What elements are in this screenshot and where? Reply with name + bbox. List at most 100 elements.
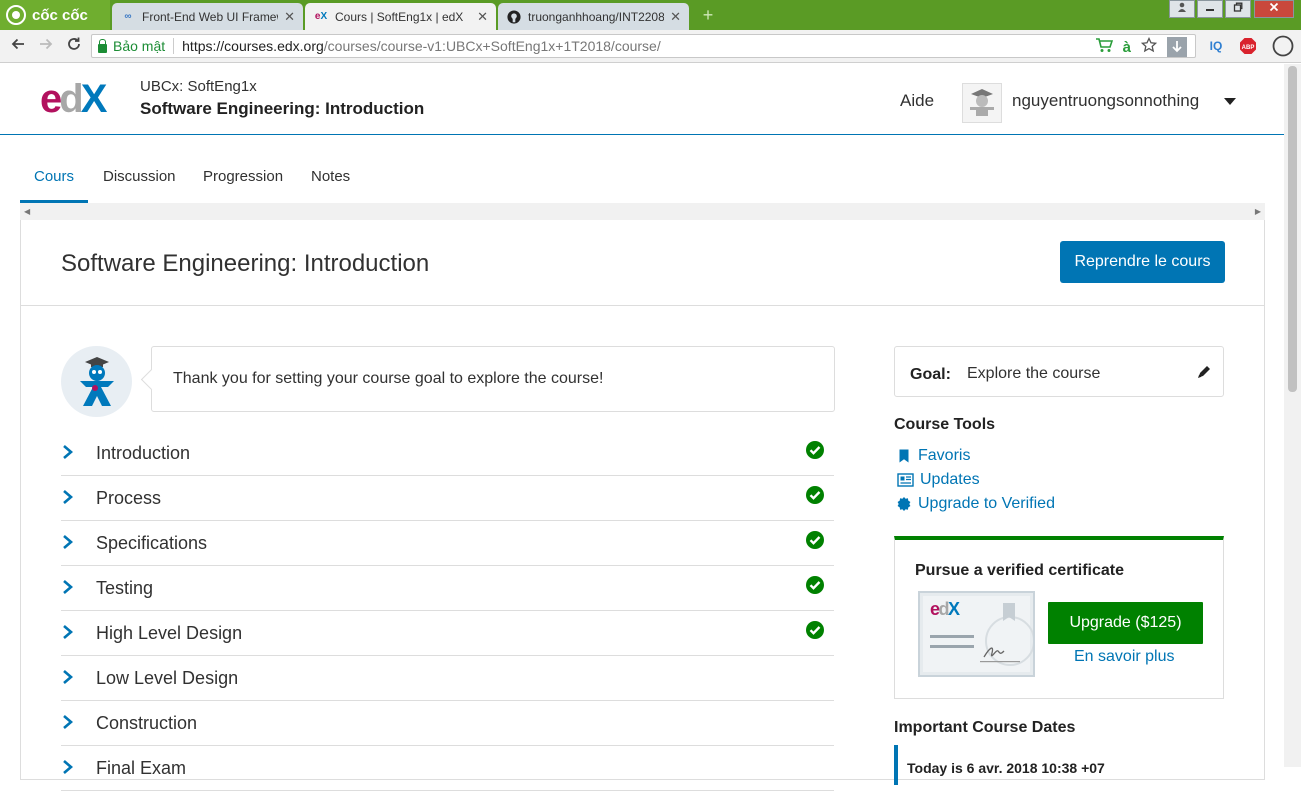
browser-logo[interactable]: cốc cốc	[0, 0, 110, 30]
chevron-right-icon[interactable]	[61, 667, 75, 687]
secure-label: Bảo mật	[113, 38, 166, 54]
chevron-right-icon[interactable]	[61, 532, 75, 552]
verified-upsell: Pursue a verified certificate edX Upgrad…	[894, 536, 1224, 699]
course-tabs: Cours Discussion Progression Notes	[20, 155, 1265, 203]
url-path: /courses/course-v1:UBCx+SoftEng1x+1T2018…	[323, 38, 661, 54]
certificate-image: edX	[918, 591, 1035, 677]
edx-logo[interactable]: edX	[40, 77, 107, 121]
tab-notes[interactable]: Notes	[311, 155, 350, 203]
avatar[interactable]	[962, 83, 1002, 123]
section-title[interactable]: Low Level Design	[96, 668, 238, 689]
chevron-right-icon[interactable]	[61, 757, 75, 777]
browser-tab-3[interactable]: truonganhhoang/INT2208 ✕	[498, 3, 689, 30]
horizontal-scrollbar[interactable]: ◀ ▶	[20, 203, 1265, 220]
tab-progression[interactable]: Progression	[203, 155, 283, 203]
url-host: https://courses.edx.org	[182, 38, 324, 54]
logo-letter-d: d	[59, 77, 84, 121]
outline-section[interactable]: High Level Design	[61, 611, 834, 656]
tab-cours[interactable]: Cours	[20, 155, 88, 203]
section-title[interactable]: Construction	[96, 713, 197, 734]
chevron-right-icon[interactable]	[61, 442, 75, 462]
scroll-right-icon[interactable]: ▶	[1255, 207, 1261, 216]
page-title: Software Engineering: Introduction	[61, 250, 430, 277]
tab-discussion[interactable]: Discussion	[103, 155, 176, 203]
chevron-right-icon[interactable]	[61, 487, 75, 507]
site-header: edX UBCx: SoftEng1x Software Engineering…	[0, 64, 1284, 135]
tool-favoris[interactable]: Favoris	[896, 445, 970, 467]
shopping-cart-icon[interactable]	[1095, 37, 1113, 57]
goal-value: Explore the course	[967, 365, 1101, 382]
scrollbar-thumb[interactable]	[1288, 66, 1297, 392]
upgrade-button[interactable]: Upgrade ($125)	[1048, 602, 1203, 644]
edx-favicon: eX	[314, 11, 328, 22]
section-title[interactable]: Final Exam	[96, 758, 186, 779]
chevron-right-icon[interactable]	[61, 622, 75, 642]
browser-menu-icon[interactable]	[1271, 35, 1295, 57]
close-tab-icon[interactable]: ✕	[670, 9, 681, 25]
username[interactable]: nguyentruongsonnothing	[1012, 91, 1199, 111]
outline-section[interactable]: Introduction	[61, 431, 834, 476]
lock-icon	[98, 38, 107, 53]
outline-section[interactable]: Process	[61, 476, 834, 521]
outline-section[interactable]: Specifications	[61, 521, 834, 566]
today-date: Today is 6 avr. 2018 10:38 +07	[907, 760, 1105, 776]
bookmark-icon	[899, 449, 909, 463]
chevron-right-icon[interactable]	[61, 712, 75, 732]
tool-updates[interactable]: Updates	[896, 469, 980, 491]
browser-tab-2[interactable]: eX Cours | SoftEng1x | edX ✕	[305, 3, 496, 30]
goal-label: Goal:	[910, 366, 951, 383]
outline-section[interactable]: Construction	[61, 701, 834, 746]
back-icon[interactable]	[8, 36, 28, 56]
section-title[interactable]: Testing	[96, 578, 153, 599]
chevron-right-icon[interactable]	[61, 577, 75, 597]
tool-label: Updates	[920, 471, 980, 488]
minimize-icon[interactable]	[1197, 0, 1223, 18]
date-marker	[894, 745, 898, 785]
section-title[interactable]: High Level Design	[96, 623, 242, 644]
resume-course-button[interactable]: Reprendre le cours	[1060, 241, 1225, 283]
course-title: Software Engineering: Introduction	[140, 99, 425, 118]
close-tab-icon[interactable]: ✕	[284, 9, 295, 25]
tool-label: Upgrade to Verified	[918, 495, 1055, 512]
course-home-header: Software Engineering: Introduction Repre…	[21, 220, 1264, 306]
check-circle-icon	[805, 575, 825, 595]
pencil-icon[interactable]	[1196, 364, 1212, 380]
important-dates-title: Important Course Dates	[894, 719, 1076, 736]
forward-icon[interactable]	[36, 36, 56, 56]
section-title[interactable]: Process	[96, 488, 161, 509]
learn-more-link[interactable]: En savoir plus	[1074, 648, 1175, 666]
close-tab-icon[interactable]: ✕	[477, 9, 488, 25]
section-title[interactable]: Introduction	[96, 443, 190, 464]
browser-brand: cốc cốc	[32, 6, 88, 24]
help-link[interactable]: Aide	[900, 91, 934, 111]
svg-text:edX: edX	[930, 599, 960, 619]
address-bar-row: Bảo mật https://courses.edx.org/courses/…	[0, 30, 1301, 63]
certificate-badge-icon	[897, 497, 911, 511]
adblock-icon[interactable]: ABP	[1239, 36, 1257, 56]
browser-tab-strip: cốc cốc ∞ Front-End Web UI Framew ✕ eX C…	[0, 0, 1301, 30]
vertical-scrollbar[interactable]	[1284, 64, 1301, 767]
tool-upgrade[interactable]: Upgrade to Verified	[896, 493, 1055, 515]
browser-tab-1[interactable]: ∞ Front-End Web UI Framew ✕	[112, 3, 303, 30]
outline-section[interactable]: Testing	[61, 566, 834, 611]
restore-icon[interactable]	[1225, 0, 1251, 18]
close-window-icon[interactable]	[1254, 0, 1294, 18]
star-icon[interactable]	[1140, 36, 1158, 57]
scroll-left-icon[interactable]: ◀	[24, 207, 30, 216]
download-icon[interactable]	[1167, 37, 1187, 57]
goal-selector[interactable]: Goal: Explore the course	[894, 346, 1224, 397]
outline-section[interactable]: Final Exam	[61, 746, 834, 791]
url-input[interactable]: Bảo mật https://courses.edx.org/courses/…	[91, 34, 1196, 58]
check-circle-icon	[805, 620, 825, 640]
typing-accent-icon[interactable]: à	[1123, 39, 1131, 56]
reload-icon[interactable]	[64, 36, 84, 56]
coursera-icon: ∞	[124, 11, 132, 22]
outline-section[interactable]: Low Level Design	[61, 656, 834, 701]
chevron-down-icon[interactable]	[1224, 98, 1236, 105]
section-title[interactable]: Specifications	[96, 533, 207, 554]
course-outline: Introduction Process Specifications Testing…	[61, 431, 834, 791]
new-tab-button[interactable]: +	[697, 5, 719, 25]
profile-icon[interactable]	[1169, 0, 1195, 18]
browser-tab-title: Cours | SoftEng1x | edX	[335, 9, 464, 24]
iq-extension-icon[interactable]: IQ	[1207, 36, 1225, 56]
